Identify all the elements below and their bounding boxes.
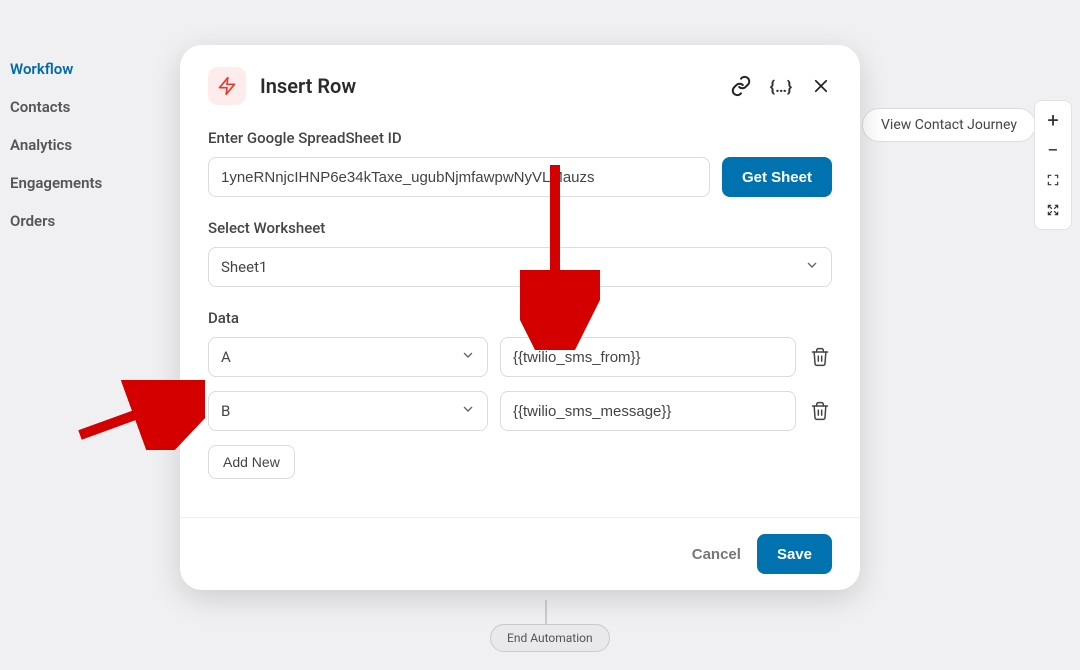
close-button[interactable]: [810, 75, 832, 97]
close-icon: [812, 77, 830, 95]
variables-button[interactable]: {…}: [770, 75, 792, 97]
trash-icon: [810, 401, 830, 421]
flow-connector: [545, 600, 547, 624]
spreadsheet-id-label: Enter Google SpreadSheet ID: [208, 129, 832, 147]
trash-icon: [810, 347, 830, 367]
column-select-value: B: [208, 391, 488, 431]
insert-row-modal: Insert Row {…} Enter Google SpreadSheet …: [180, 45, 860, 590]
spreadsheet-id-input[interactable]: [208, 157, 710, 197]
view-contact-journey-button[interactable]: View Contact Journey: [862, 108, 1036, 142]
worksheet-select[interactable]: Sheet1: [208, 247, 832, 287]
data-row: A: [208, 337, 832, 377]
sidebar: Workflow Contacts Analytics Engagements …: [0, 50, 170, 240]
save-button[interactable]: Save: [757, 534, 832, 574]
fullscreen-button[interactable]: [1038, 195, 1068, 225]
zoom-out-button[interactable]: −: [1038, 135, 1068, 165]
link-button[interactable]: [730, 75, 752, 97]
fit-screen-button[interactable]: [1038, 165, 1068, 195]
modal-header: Insert Row {…}: [208, 67, 832, 105]
data-section-label: Data: [208, 309, 832, 327]
minus-icon: −: [1047, 140, 1058, 160]
worksheet-select-value: Sheet1: [208, 247, 832, 287]
sidebar-item-engagements[interactable]: Engagements: [10, 164, 170, 202]
modal-title: Insert Row: [260, 74, 712, 98]
column-select[interactable]: A: [208, 337, 488, 377]
plus-icon: +: [1047, 110, 1058, 130]
maximize-icon: [1046, 173, 1060, 187]
modal-footer: Cancel Save: [180, 517, 860, 590]
row-value-input[interactable]: [500, 337, 796, 377]
braces-icon: {…}: [770, 77, 792, 96]
sidebar-item-orders[interactable]: Orders: [10, 202, 170, 240]
zoom-in-button[interactable]: +: [1038, 105, 1068, 135]
data-row: B: [208, 391, 832, 431]
delete-row-button[interactable]: [808, 399, 832, 423]
row-value-input[interactable]: [500, 391, 796, 431]
expand-icon: [1046, 203, 1060, 217]
canvas-toolbox: + −: [1034, 100, 1072, 230]
sidebar-item-contacts[interactable]: Contacts: [10, 88, 170, 126]
end-automation-node[interactable]: End Automation: [490, 624, 610, 652]
sidebar-item-analytics[interactable]: Analytics: [10, 126, 170, 164]
modal-app-icon: [208, 67, 246, 105]
data-rows: A B: [208, 337, 832, 431]
lightning-icon: [217, 76, 237, 96]
link-icon: [730, 75, 752, 97]
get-sheet-button[interactable]: Get Sheet: [722, 157, 832, 197]
add-new-button[interactable]: Add New: [208, 445, 295, 479]
sidebar-item-workflow[interactable]: Workflow: [10, 50, 170, 88]
delete-row-button[interactable]: [808, 345, 832, 369]
column-select[interactable]: B: [208, 391, 488, 431]
cancel-button[interactable]: Cancel: [692, 546, 741, 563]
column-select-value: A: [208, 337, 488, 377]
select-worksheet-label: Select Worksheet: [208, 219, 832, 237]
